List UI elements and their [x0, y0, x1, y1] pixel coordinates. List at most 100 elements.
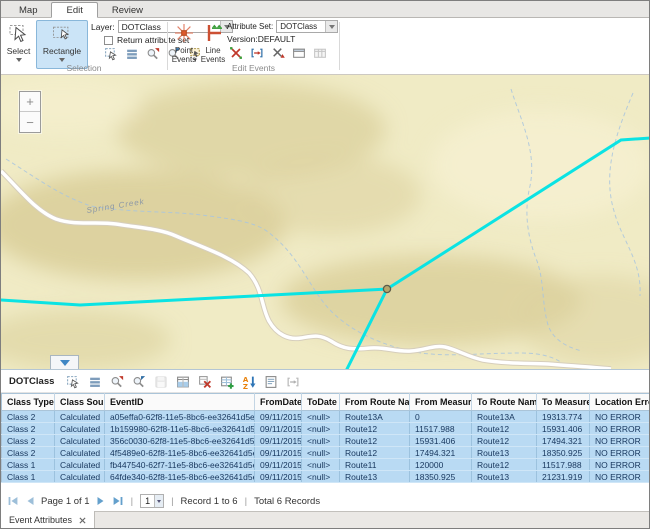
- ribbon-tabs: MapEditReview: [1, 1, 649, 18]
- attribute-table: Class TypeClass SourceEventIDFromDateToD…: [1, 393, 650, 483]
- page-number-dropdown[interactable]: 1: [140, 494, 164, 508]
- reassign-icon[interactable]: [271, 46, 285, 60]
- select-tool-button[interactable]: Select: [3, 20, 34, 69]
- column-header[interactable]: From Route Name: [340, 394, 410, 411]
- table-toolbar-icons: AZ: [66, 375, 300, 389]
- select-tool-label: Select: [7, 46, 31, 56]
- table-row[interactable]: Class 2Calculateda05effa0-62f8-11e5-8bc6…: [2, 411, 650, 423]
- table-cell: NO ERROR: [590, 459, 650, 471]
- event-attributes-panel: DOTClass AZ Class TypeClass SourceEventI…: [1, 369, 649, 491]
- tab-map[interactable]: Map: [5, 3, 51, 18]
- table-cell: 356c0030-62f8-11e5-8bc6-ee32641d5ec9: [105, 435, 255, 447]
- column-header[interactable]: From Measure: [410, 394, 472, 411]
- column-header[interactable]: To Measure: [537, 394, 590, 411]
- measure-icon[interactable]: [250, 46, 264, 60]
- split-event-icon[interactable]: [229, 46, 243, 60]
- zoom-out-button[interactable]: −: [20, 112, 40, 132]
- rectangle-tool-button[interactable]: Rectangle: [36, 20, 88, 69]
- total-records-text: Total 6 Records: [254, 496, 320, 507]
- table-cell: Route12: [472, 423, 537, 435]
- column-header[interactable]: To Route Name: [472, 394, 537, 411]
- bottom-tab-label: Event Attributes: [9, 515, 72, 525]
- table-cell: Calculated: [55, 459, 105, 471]
- zoom-in-button[interactable]: +: [20, 92, 40, 112]
- edit-events-group: Point Events Line Events Attribute Set: …: [168, 18, 339, 74]
- attribute-list-icon[interactable]: [125, 47, 139, 61]
- table-cell: Route13: [472, 471, 537, 483]
- table-cell: 09/11/2015: [255, 459, 302, 471]
- tab-edit[interactable]: Edit: [51, 2, 97, 18]
- overlay-window-icon[interactable]: [292, 46, 306, 60]
- table-window-icon[interactable]: [313, 46, 327, 60]
- pan-to-selection-icon[interactable]: [132, 375, 146, 389]
- table-cell: Route13: [472, 447, 537, 459]
- tab-event-attributes[interactable]: Event Attributes: [1, 511, 95, 529]
- table-cell: Route12: [340, 423, 410, 435]
- return-attribute-set-checkbox[interactable]: [104, 36, 113, 45]
- column-header[interactable]: EventID: [105, 394, 255, 411]
- column-header[interactable]: Class Source: [55, 394, 105, 411]
- rectangle-tool-dropdown-arrow-icon[interactable]: [59, 58, 65, 62]
- attribute-list-icon[interactable]: [88, 375, 102, 389]
- measure-icon[interactable]: [286, 375, 300, 389]
- table-cell: 4f5489e0-62f8-11e5-8bc6-ee32641d5ec9: [105, 447, 255, 459]
- table-toolbar: DOTClass AZ: [1, 370, 649, 393]
- select-tool-icon: [8, 23, 30, 45]
- highlight-selected-icon[interactable]: [176, 375, 190, 389]
- zoom-to-selection-icon[interactable]: [146, 47, 160, 61]
- basemap: Spring Creek: [1, 75, 649, 369]
- zoom-to-selection-icon[interactable]: [110, 375, 124, 389]
- table-cell: Route13A: [472, 411, 537, 423]
- table-cell: 120000: [410, 459, 472, 471]
- table-cell: Class 1: [2, 471, 55, 483]
- map-viewport[interactable]: Spring Creek + −: [1, 75, 649, 369]
- table-row[interactable]: Class 1Calculatedfb447540-62f7-11e5-8bc6…: [2, 459, 650, 471]
- select-tool-dropdown-arrow-icon[interactable]: [16, 58, 22, 62]
- tab-review[interactable]: Review: [98, 3, 157, 18]
- record-range-text: Record 1 to 6: [181, 496, 238, 507]
- page-count-text: Page 1 of 1: [41, 496, 90, 507]
- select-features-icon[interactable]: [66, 375, 80, 389]
- last-page-button[interactable]: [112, 495, 124, 507]
- point-events-icon: [173, 22, 195, 44]
- select-features-icon[interactable]: [104, 47, 118, 61]
- column-header[interactable]: ToDate: [302, 394, 340, 411]
- table-cell: 17494.321: [410, 447, 472, 459]
- sort-icon[interactable]: AZ: [242, 375, 256, 389]
- table-cell: Calculated: [55, 411, 105, 423]
- close-icon[interactable]: [79, 517, 86, 524]
- attribute-set-dropdown[interactable]: DOTClass: [276, 20, 338, 33]
- first-page-button[interactable]: [7, 495, 19, 507]
- edit-events-group-label: Edit Events: [168, 63, 339, 73]
- previous-page-button[interactable]: [24, 495, 36, 507]
- table-cell: NO ERROR: [590, 411, 650, 423]
- edit-events-icon-row: [229, 46, 338, 60]
- delete-record-icon[interactable]: [198, 375, 212, 389]
- add-record-icon[interactable]: [220, 375, 234, 389]
- table-cell: Class 2: [2, 447, 55, 459]
- save-icon[interactable]: [154, 375, 168, 389]
- table-row[interactable]: Class 1Calculated64fde340-62f8-11e5-8bc6…: [2, 471, 650, 483]
- attribute-set-dropdown-value: DOTClass: [277, 22, 325, 31]
- table-row[interactable]: Class 2Calculated356c0030-62f8-11e5-8bc6…: [2, 435, 650, 447]
- table-cell: Calculated: [55, 447, 105, 459]
- form-view-icon[interactable]: [264, 375, 278, 389]
- page-number-dropdown-arrow-icon[interactable]: [154, 495, 163, 507]
- attribute-set-dropdown-arrow-icon[interactable]: [325, 21, 337, 32]
- table-cell: Calculated: [55, 423, 105, 435]
- table-cell: NO ERROR: [590, 423, 650, 435]
- table-row[interactable]: Class 2Calculated1b159980-62f8-11e5-8bc6…: [2, 423, 650, 435]
- route-junction-marker[interactable]: [383, 285, 390, 292]
- next-page-button[interactable]: [95, 495, 107, 507]
- panel-collapse-button[interactable]: [50, 355, 79, 369]
- table-cell: 09/11/2015: [255, 447, 302, 459]
- column-header[interactable]: Class Type: [2, 394, 55, 411]
- table-row[interactable]: Class 2Calculated4f5489e0-62f8-11e5-8bc6…: [2, 447, 650, 459]
- table-cell: <null>: [302, 447, 340, 459]
- table-cell: 64fde340-62f8-11e5-8bc6-ee32641d5ec9: [105, 471, 255, 483]
- column-header[interactable]: Location Error: [590, 394, 650, 411]
- table-cell: 15931.406: [410, 435, 472, 447]
- table-cell: 09/11/2015: [255, 411, 302, 423]
- column-header[interactable]: FromDate: [255, 394, 302, 411]
- table-cell: Calculated: [55, 435, 105, 447]
